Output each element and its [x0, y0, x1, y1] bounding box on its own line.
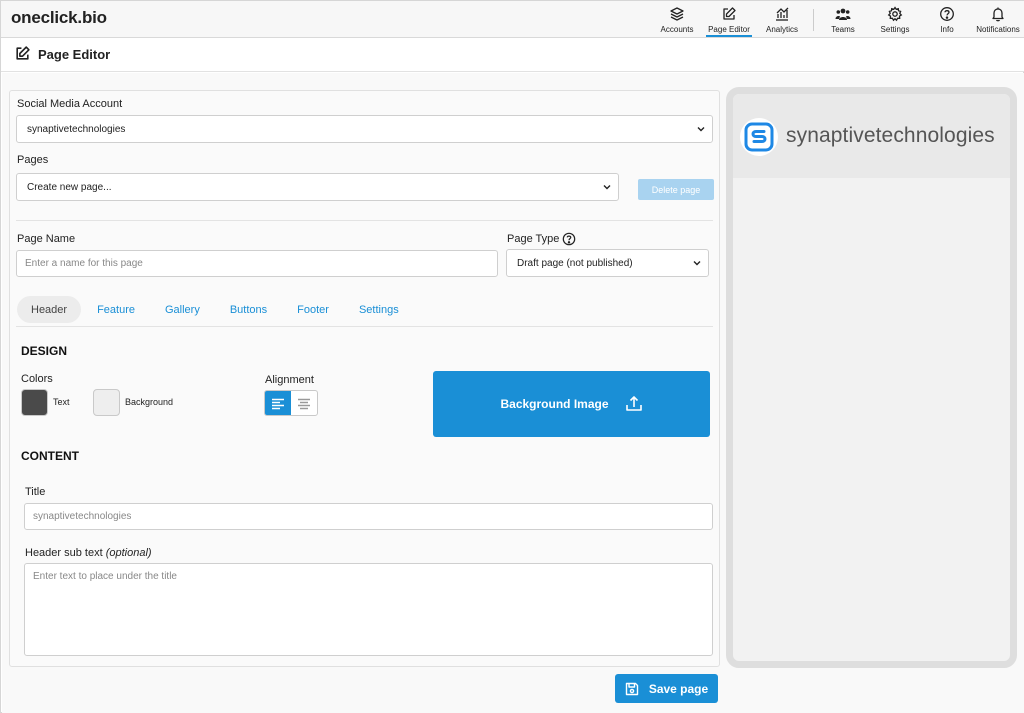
background-image-label: Background Image — [500, 397, 609, 411]
chevron-down-icon — [697, 127, 705, 132]
subtext-textarea[interactable]: Enter text to place under the title — [24, 563, 713, 656]
background-color-label: Background — [125, 397, 174, 407]
tabs-divider — [16, 326, 713, 327]
app-logo[interactable]: oneclick.bio — [11, 8, 107, 28]
subtext-placeholder: Enter text to place under the title — [33, 571, 177, 582]
page-type-select-value: Draft page (not published) — [517, 257, 633, 269]
gear-icon — [887, 6, 903, 22]
save-icon — [625, 682, 639, 695]
nav-label: Teams — [831, 25, 855, 34]
subtext-optional: (optional) — [105, 547, 152, 559]
content-heading: CONTENT — [21, 449, 79, 463]
analytics-icon — [776, 7, 789, 21]
account-select[interactable]: synaptivetechnologies — [16, 115, 713, 143]
delete-page-button[interactable]: Delete page — [638, 179, 714, 200]
editor-tabs: Header Feature Gallery Buttons Footer Se… — [17, 296, 415, 323]
preview-header: synaptivetechnologies — [733, 94, 1010, 178]
nav-settings[interactable]: Settings — [878, 1, 912, 37]
s-logo-icon — [744, 122, 774, 152]
divider — [16, 220, 713, 221]
subtext-label: Header sub text (optional) — [25, 547, 152, 559]
nav-label: Analytics — [765, 25, 798, 34]
nav-analytics[interactable]: Analytics — [763, 1, 801, 37]
page-header: Page Editor — [1, 38, 1024, 72]
nav-accounts[interactable]: Accounts — [657, 1, 697, 37]
chevron-down-icon — [603, 185, 611, 190]
title-placeholder: synaptivetechnologies — [33, 511, 132, 522]
pages-select[interactable]: Create new page... — [16, 173, 619, 201]
nav-label: Page Editor — [708, 25, 750, 34]
design-heading: DESIGN — [21, 344, 68, 358]
pages-label: Pages — [17, 154, 49, 166]
nav-label: Notifications — [976, 25, 1020, 34]
nav-teams[interactable]: Teams — [827, 1, 859, 37]
page-title: Page Editor — [38, 47, 111, 62]
brand-logo — [740, 118, 778, 156]
top-bar: oneclick.bio Accounts Page Editor Analyt… — [1, 1, 1024, 38]
colors-label: Colors — [21, 373, 53, 385]
pages-select-value: Create new page... — [27, 181, 112, 193]
nav-label: Info — [940, 25, 954, 34]
tab-footer[interactable]: Footer — [283, 296, 343, 323]
page-type-label: Page Type — [507, 233, 560, 245]
align-center-button[interactable] — [291, 391, 317, 415]
background-image-button[interactable]: Background Image — [433, 371, 710, 437]
alignment-label: Alignment — [265, 374, 314, 386]
preview-title: synaptivetechnologies — [786, 124, 995, 147]
nav-label: Accounts — [660, 25, 694, 34]
app-window: oneclick.bio Accounts Page Editor Analyt… — [0, 0, 1024, 713]
edit-icon — [723, 7, 736, 20]
page-name-label: Page Name — [17, 233, 76, 245]
layers-icon — [670, 7, 684, 21]
subtext-label-text: Header sub text — [25, 547, 103, 559]
nav-notifications[interactable]: Notifications — [974, 1, 1022, 37]
align-left-button[interactable] — [265, 391, 291, 415]
title-input[interactable]: synaptivetechnologies — [24, 503, 713, 530]
tab-settings[interactable]: Settings — [345, 296, 413, 323]
nav-divider — [813, 9, 814, 31]
edit-icon — [16, 46, 30, 60]
page-name-placeholder: Enter a name for this page — [25, 258, 143, 269]
page-preview: synaptivetechnologies — [726, 87, 1017, 668]
text-color-label: Text — [53, 397, 70, 407]
save-page-button[interactable]: Save page — [615, 674, 718, 703]
text-color-swatch[interactable] — [21, 389, 48, 416]
page-type-select[interactable]: Draft page (not published) — [506, 249, 709, 277]
help-circle-icon[interactable] — [562, 232, 576, 246]
nav-page-editor[interactable]: Page Editor — [706, 1, 752, 37]
align-center-icon — [298, 398, 310, 410]
nav-label: Settings — [880, 25, 910, 34]
page-name-input[interactable]: Enter a name for this page — [16, 250, 498, 277]
account-select-value: synaptivetechnologies — [27, 123, 126, 135]
tab-header[interactable]: Header — [17, 296, 82, 323]
alignment-toggle — [264, 390, 318, 416]
users-icon — [835, 8, 851, 20]
tab-buttons[interactable]: Buttons — [216, 296, 281, 323]
bell-icon — [992, 7, 1004, 22]
chevron-down-icon — [693, 261, 701, 266]
background-color-swatch[interactable] — [93, 389, 120, 416]
help-circle-icon — [940, 7, 954, 21]
tab-feature[interactable]: Feature — [83, 296, 149, 323]
tab-gallery[interactable]: Gallery — [151, 296, 214, 323]
upload-icon — [625, 396, 642, 411]
nav-info[interactable]: Info — [935, 1, 959, 37]
save-page-label: Save page — [648, 681, 709, 696]
align-left-icon — [272, 398, 284, 410]
account-label: Social Media Account — [17, 98, 123, 110]
title-label: Title — [25, 486, 46, 498]
